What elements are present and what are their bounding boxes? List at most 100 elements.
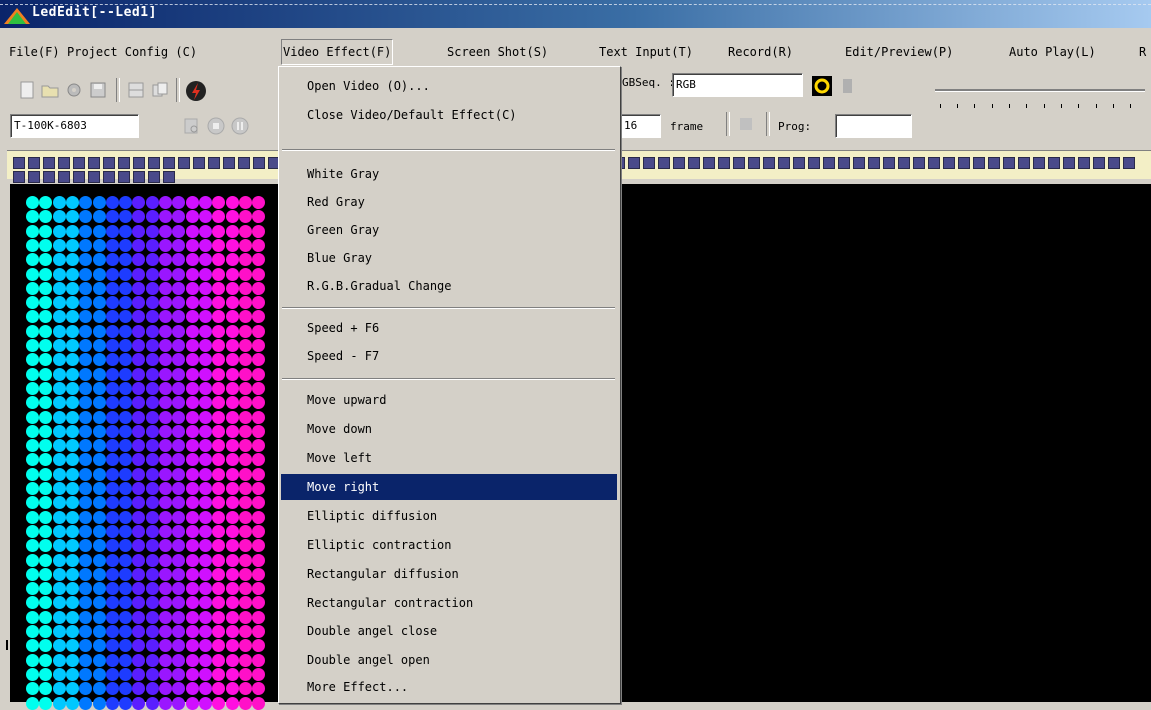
device-select[interactable]: T-100K-6803 bbox=[10, 114, 139, 138]
led-dot bbox=[226, 411, 239, 424]
led-dot bbox=[79, 611, 92, 624]
led-dot bbox=[252, 468, 265, 481]
led-dot bbox=[146, 682, 159, 695]
menu-open-video[interactable]: Open Video (O)... bbox=[281, 73, 617, 99]
led-dot bbox=[106, 596, 119, 609]
led-dot bbox=[119, 482, 132, 495]
menu-move-down[interactable]: Move down bbox=[281, 416, 617, 442]
led-dot bbox=[132, 382, 145, 395]
led-dot bbox=[146, 697, 159, 710]
menu-white-gray[interactable]: White Gray bbox=[281, 161, 617, 187]
menu-double-angel-open[interactable]: Double angel open bbox=[281, 647, 617, 673]
led-dot bbox=[212, 596, 225, 609]
led-dot bbox=[212, 353, 225, 366]
led-dot bbox=[186, 654, 199, 667]
menu-more-effect[interactable]: More Effect... bbox=[281, 674, 617, 700]
menu-edit-preview[interactable]: Edit/Preview(P) bbox=[844, 39, 954, 65]
led-dot bbox=[239, 425, 252, 438]
ruler-cell bbox=[1003, 157, 1015, 169]
new-file-icon[interactable] bbox=[17, 80, 37, 100]
led-dot bbox=[159, 654, 172, 667]
led-dot bbox=[239, 697, 252, 710]
led-dot bbox=[26, 582, 39, 595]
menu-rectangular-diffusion[interactable]: Rectangular diffusion bbox=[281, 561, 617, 587]
led-dot bbox=[239, 439, 252, 452]
led-dot bbox=[53, 482, 66, 495]
led-dot bbox=[199, 539, 212, 552]
led-dot bbox=[39, 611, 52, 624]
menu-close-video[interactable]: Close Video/Default Effect(C) bbox=[281, 102, 617, 128]
led-dot bbox=[132, 310, 145, 323]
copy-icon[interactable] bbox=[150, 80, 170, 100]
menu-speed-up[interactable]: Speed + F6 bbox=[281, 315, 617, 341]
flash-icon[interactable] bbox=[184, 80, 208, 102]
led-dot bbox=[66, 611, 79, 624]
led-dot bbox=[199, 439, 212, 452]
led-dot bbox=[226, 582, 239, 595]
led-dot bbox=[66, 282, 79, 295]
led-dot bbox=[79, 282, 92, 295]
menu-file[interactable]: File(F) bbox=[8, 39, 61, 65]
led-dot bbox=[26, 511, 39, 524]
led-dot bbox=[26, 482, 39, 495]
led-dot bbox=[26, 268, 39, 281]
menu-text-input[interactable]: Text Input(T) bbox=[598, 39, 694, 65]
led-dot bbox=[119, 611, 132, 624]
grid-icon[interactable] bbox=[126, 80, 146, 100]
led-dot bbox=[226, 539, 239, 552]
led-dot bbox=[93, 396, 106, 409]
menu-elliptic-contraction[interactable]: Elliptic contraction bbox=[281, 532, 617, 558]
menu-project-config[interactable]: Project Config (C) bbox=[66, 39, 198, 65]
prog-input[interactable] bbox=[835, 114, 912, 138]
led-dot bbox=[146, 568, 159, 581]
led-dot bbox=[53, 511, 66, 524]
open-folder-icon[interactable] bbox=[40, 80, 60, 100]
led-dot bbox=[199, 411, 212, 424]
menu-overflow[interactable]: R bbox=[1138, 39, 1147, 65]
menu-move-left[interactable]: Move left bbox=[281, 445, 617, 471]
rgb-seq-select[interactable]: RGB bbox=[672, 73, 803, 97]
speed-slider[interactable] bbox=[935, 89, 1145, 92]
menu-video-effect[interactable]: Video Effect(F) bbox=[281, 39, 394, 65]
ruler-cell bbox=[748, 157, 760, 169]
led-dot bbox=[159, 425, 172, 438]
menu-rectangular-contraction[interactable]: Rectangular contraction bbox=[281, 590, 617, 616]
led-dot bbox=[106, 611, 119, 624]
led-dot bbox=[212, 554, 225, 567]
led-dot bbox=[39, 382, 52, 395]
record-circle-icon[interactable] bbox=[812, 76, 832, 96]
led-dot bbox=[53, 253, 66, 266]
led-dot bbox=[159, 582, 172, 595]
menu-record[interactable]: Record(R) bbox=[727, 39, 794, 65]
led-dot bbox=[172, 496, 185, 509]
menu-move-right[interactable]: Move right bbox=[281, 474, 617, 500]
menu-blue-gray[interactable]: Blue Gray bbox=[281, 245, 617, 271]
led-dot bbox=[93, 582, 106, 595]
menu-screen-shot[interactable]: Screen Shot(S) bbox=[446, 39, 549, 65]
led-dot bbox=[172, 382, 185, 395]
menu-green-gray[interactable]: Green Gray bbox=[281, 217, 617, 243]
frame-input[interactable]: 16 bbox=[620, 114, 661, 138]
save-icon[interactable] bbox=[88, 80, 108, 100]
menu-double-angel-close[interactable]: Double angel close bbox=[281, 618, 617, 644]
led-dot bbox=[39, 482, 52, 495]
menu-red-gray[interactable]: Red Gray bbox=[281, 189, 617, 215]
led-dot bbox=[93, 253, 106, 266]
menu-elliptic-diffusion[interactable]: Elliptic diffusion bbox=[281, 503, 617, 529]
settings-gear-icon[interactable] bbox=[64, 80, 84, 100]
led-dot bbox=[132, 339, 145, 352]
led-dot bbox=[132, 253, 145, 266]
led-dot bbox=[172, 697, 185, 710]
menu-rgb-gradual[interactable]: R.G.B.Gradual Change bbox=[281, 273, 617, 299]
led-dot bbox=[79, 625, 92, 638]
led-dot bbox=[159, 482, 172, 495]
led-dot bbox=[119, 525, 132, 538]
led-dot bbox=[26, 210, 39, 223]
search-doc-icon[interactable] bbox=[182, 116, 202, 136]
menu-auto-play[interactable]: Auto Play(L) bbox=[1008, 39, 1097, 65]
menu-speed-down[interactable]: Speed - F7 bbox=[281, 343, 617, 369]
led-dot bbox=[39, 697, 52, 710]
stop-icon[interactable] bbox=[206, 116, 226, 136]
pause-icon[interactable] bbox=[230, 116, 250, 136]
menu-move-upward[interactable]: Move upward bbox=[281, 387, 617, 413]
